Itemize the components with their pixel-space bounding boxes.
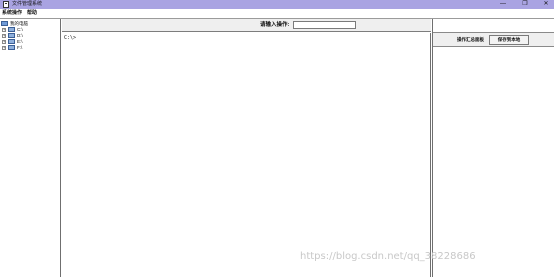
title-bar[interactable]: 文件管理系统 — ❐ ✕ <box>0 0 554 9</box>
window-title: 文件管理系统 <box>12 1 43 7</box>
computer-icon <box>1 21 8 26</box>
console-output[interactable]: C:\> <box>62 33 431 277</box>
restore-button[interactable]: ❐ <box>518 0 532 9</box>
expand-icon[interactable]: + <box>2 40 6 44</box>
tree-item-drive-f[interactable]: + F:\ <box>2 45 52 51</box>
drive-icon <box>8 33 15 38</box>
command-bar: 请输入操作: <box>62 19 431 32</box>
expand-icon[interactable]: + <box>2 28 6 32</box>
console-prompt: C:\> <box>64 35 77 41</box>
summary-header: 操作汇总面板 保存到本地 <box>433 32 554 47</box>
file-tree-pane[interactable]: 我的电脑 + C:\ + D:\ + E:\ + F:\ <box>0 19 61 277</box>
expand-icon[interactable]: + <box>2 46 6 50</box>
command-input[interactable] <box>293 21 356 29</box>
menu-help[interactable]: 帮助 <box>27 10 37 17</box>
tree-item-label: F:\ <box>17 45 23 50</box>
command-pane: 请输入操作: C:\> <box>62 19 431 277</box>
menu-system-operations[interactable]: 系统操作 <box>2 10 22 17</box>
close-button[interactable]: ✕ <box>539 0 553 9</box>
summary-pane: 操作汇总面板 保存到本地 <box>432 19 554 277</box>
save-to-local-button[interactable]: 保存到本地 <box>489 35 529 45</box>
watermark: https://blog.csdn.net/qq_38228686 <box>300 251 476 262</box>
menu-bar: 系统操作 帮助 <box>0 9 554 18</box>
summary-label: 操作汇总面板 <box>457 37 484 42</box>
drive-icon <box>8 45 15 50</box>
drive-icon <box>8 39 15 44</box>
minimize-button[interactable]: — <box>496 0 510 9</box>
drive-icon <box>8 27 15 32</box>
expand-icon[interactable]: + <box>2 34 6 38</box>
command-label: 请输入操作: <box>260 22 290 28</box>
app-icon <box>3 1 9 8</box>
